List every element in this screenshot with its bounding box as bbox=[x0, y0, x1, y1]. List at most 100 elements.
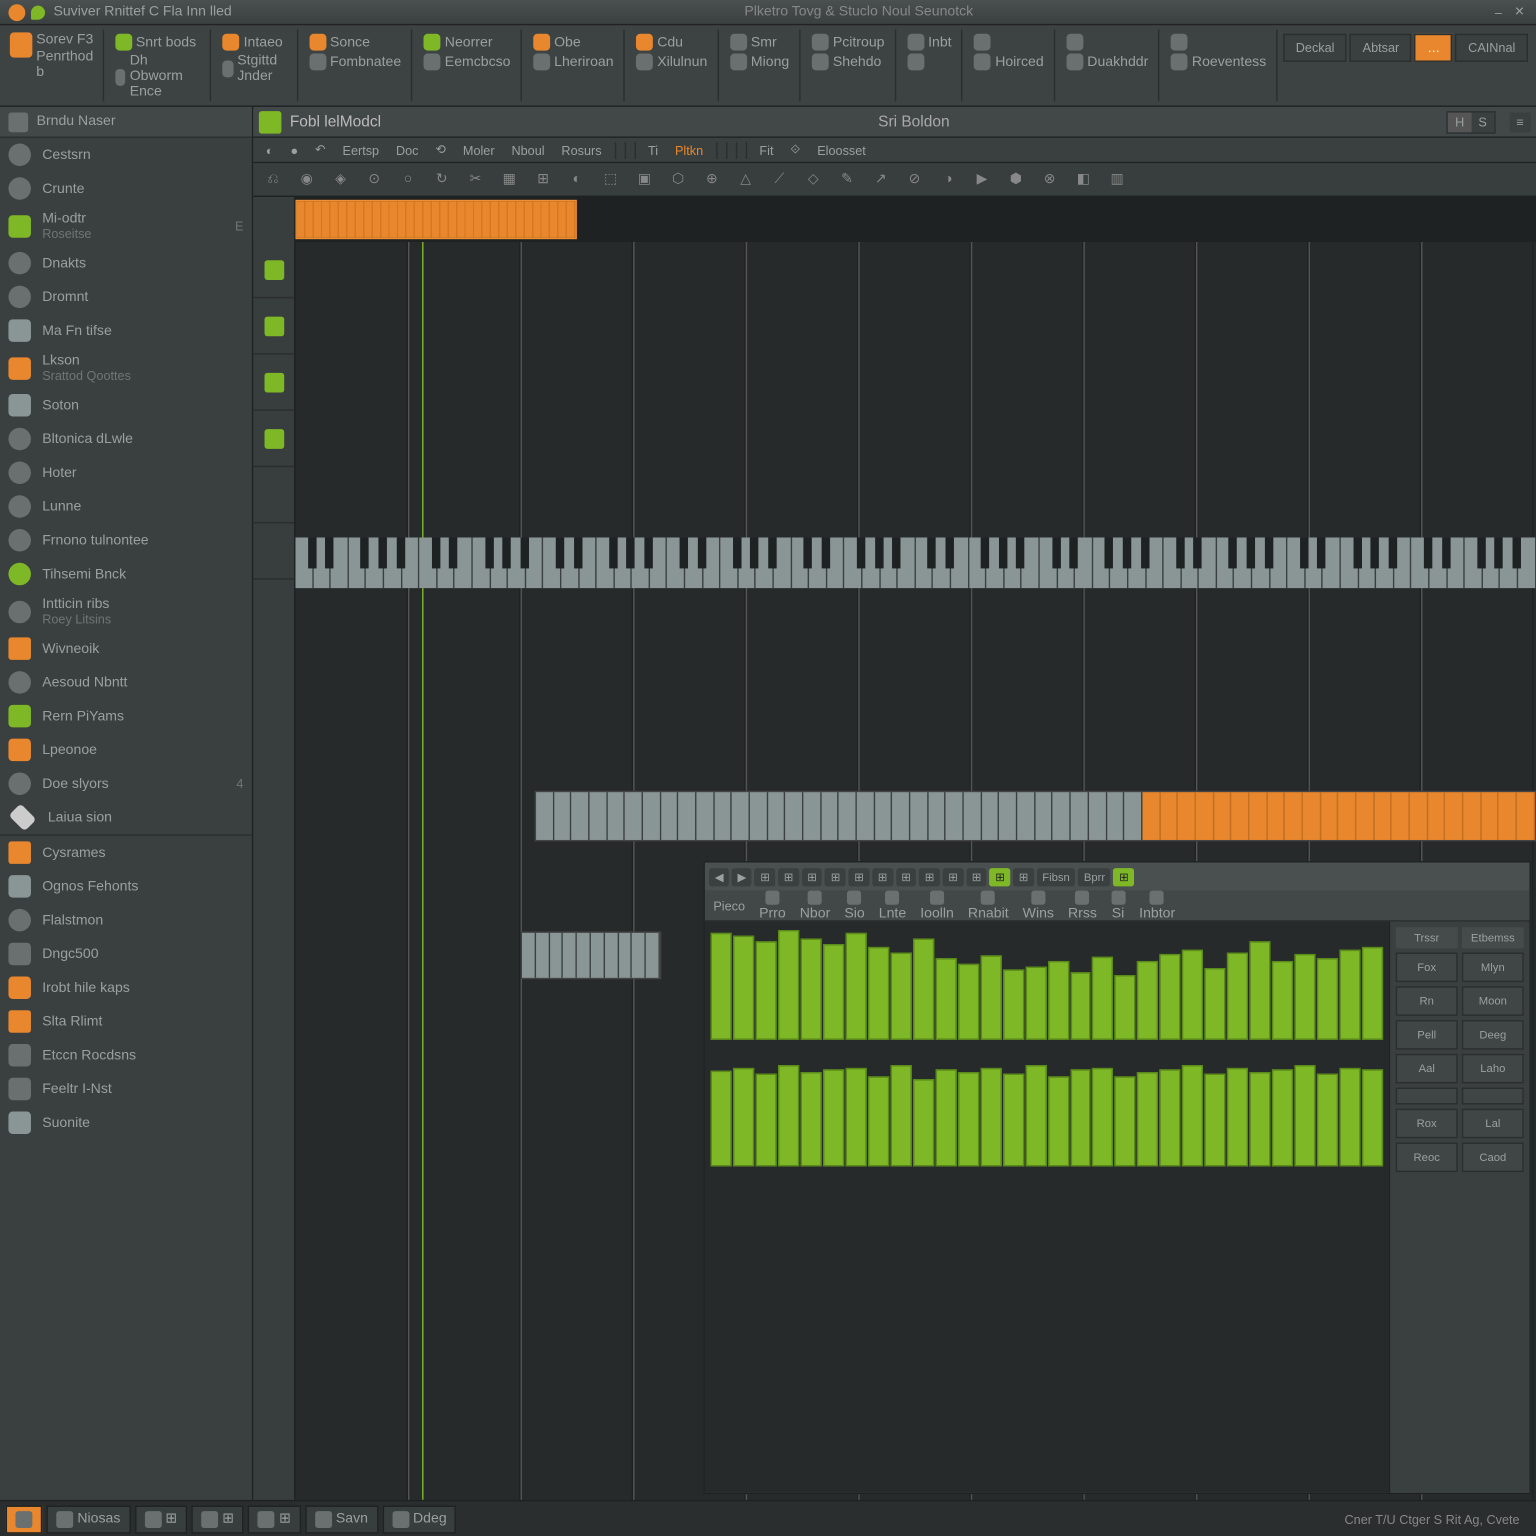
velocity-bar[interactable] bbox=[913, 1079, 934, 1167]
panel-tool-button[interactable]: Wins bbox=[1023, 890, 1054, 921]
statusbar-button[interactable] bbox=[6, 1505, 43, 1533]
panel-side-cell[interactable]: Rox bbox=[1396, 1109, 1458, 1139]
velocity-bar[interactable] bbox=[935, 1070, 956, 1167]
panel-tb-button[interactable]: ⊞ bbox=[1114, 867, 1135, 885]
panel-side-cell[interactable]: Aal bbox=[1396, 1054, 1458, 1084]
panel-side-cell[interactable]: Deeg bbox=[1462, 1020, 1524, 1050]
track-header[interactable] bbox=[253, 355, 294, 411]
statusbar-button[interactable]: ⊞ bbox=[134, 1505, 187, 1533]
tool-icon[interactable]: ↗ bbox=[870, 168, 893, 191]
statusbar-button[interactable]: Niosas bbox=[46, 1505, 130, 1533]
toggle-s-button[interactable]: S bbox=[1471, 112, 1494, 132]
ribbon-button[interactable]: Snrt bods bbox=[111, 32, 205, 52]
panel-tb-button[interactable]: ⊞ bbox=[825, 867, 846, 885]
velocity-bar[interactable] bbox=[868, 947, 889, 1039]
velocity-bar[interactable] bbox=[1317, 1074, 1338, 1166]
velocity-bar[interactable] bbox=[1182, 1065, 1203, 1166]
panel-tb-button[interactable]: ◀ bbox=[709, 867, 729, 885]
velocity-bar[interactable] bbox=[980, 1067, 1001, 1166]
tool-icon[interactable]: ▶ bbox=[971, 168, 994, 191]
velocity-bar[interactable] bbox=[733, 1067, 754, 1166]
sidebar-item[interactable]: Bltonica dLwle bbox=[0, 422, 252, 456]
ribbon-button[interactable]: Xilulnun bbox=[632, 52, 712, 72]
velocity-bar[interactable] bbox=[1227, 952, 1248, 1040]
tool-icon[interactable]: ⬢ bbox=[1005, 168, 1028, 191]
toolstrip-button[interactable]: Moler bbox=[456, 141, 502, 158]
velocity-bar[interactable] bbox=[1160, 954, 1181, 1040]
ribbon-main-icon[interactable] bbox=[10, 32, 32, 57]
panel-side-cell[interactable]: Fox bbox=[1396, 953, 1458, 983]
toggle-h-button[interactable]: H bbox=[1448, 112, 1471, 132]
velocity-bar[interactable] bbox=[1340, 950, 1361, 1040]
sidebar-item[interactable]: Cestsrn bbox=[0, 138, 252, 172]
panel-tool-button[interactable]: Si bbox=[1111, 890, 1125, 921]
velocity-bar[interactable] bbox=[1205, 968, 1226, 1040]
tool-icon[interactable]: ⟋ bbox=[768, 168, 791, 191]
velocity-bar[interactable] bbox=[1272, 1070, 1293, 1167]
ribbon-button[interactable] bbox=[970, 32, 1048, 52]
velocity-bar[interactable] bbox=[890, 1065, 911, 1166]
panel-tb-button[interactable]: ⊞ bbox=[778, 867, 799, 885]
velocity-chart[interactable] bbox=[705, 922, 1389, 1493]
velocity-bar[interactable] bbox=[980, 955, 1001, 1039]
panel-side-cell[interactable]: Moon bbox=[1462, 986, 1524, 1016]
panel-tb-button[interactable]: ⊞ bbox=[849, 867, 870, 885]
toolstrip-button[interactable]: Fit bbox=[752, 141, 780, 158]
sidebar-item[interactable]: Intticin ribsRoey Litsins bbox=[0, 591, 252, 632]
statusbar-button[interactable]: Ddeg bbox=[382, 1505, 456, 1533]
velocity-bar[interactable] bbox=[958, 963, 979, 1040]
velocity-bar[interactable] bbox=[755, 941, 776, 1040]
panel-tool-button[interactable]: Lnte bbox=[879, 890, 906, 921]
ribbon-button[interactable]: Duakhddr bbox=[1062, 52, 1153, 72]
statusbar-button[interactable]: ⊞ bbox=[248, 1505, 301, 1533]
ribbon-button[interactable]: Shehdo bbox=[808, 52, 889, 72]
ribbon-button[interactable] bbox=[903, 52, 956, 72]
velocity-bar[interactable] bbox=[958, 1072, 979, 1167]
velocity-bar[interactable] bbox=[1070, 1070, 1091, 1167]
sidebar-item[interactable]: Feeltr I-Nst bbox=[0, 1072, 252, 1106]
tool-icon[interactable]: ○ bbox=[397, 168, 420, 191]
velocity-bar[interactable] bbox=[1048, 961, 1069, 1040]
panel-tb-button[interactable]: ⊞ bbox=[755, 867, 776, 885]
velocity-bar[interactable] bbox=[733, 936, 754, 1040]
statusbar-button[interactable]: Savn bbox=[305, 1505, 378, 1533]
velocity-bar[interactable] bbox=[800, 938, 821, 1039]
ribbon-end-button[interactable]: Deckal bbox=[1283, 34, 1347, 62]
editor-menu-button[interactable]: ≡ bbox=[1509, 112, 1530, 132]
velocity-bar[interactable] bbox=[1205, 1074, 1226, 1166]
sidebar-item[interactable]: Mi-odtrRoseitseE bbox=[0, 205, 252, 246]
tool-icon[interactable]: ▦ bbox=[498, 168, 521, 191]
sidebar-item[interactable]: Soton bbox=[0, 388, 252, 422]
velocity-bar[interactable] bbox=[823, 1070, 844, 1167]
velocity-bar[interactable] bbox=[1295, 954, 1316, 1040]
tool-icon[interactable]: ◈ bbox=[329, 168, 352, 191]
track-header[interactable] bbox=[253, 467, 294, 523]
panel-side-cell[interactable]: Reoc bbox=[1396, 1142, 1458, 1172]
playhead[interactable] bbox=[422, 242, 423, 1500]
velocity-bar[interactable] bbox=[1317, 959, 1338, 1040]
velocity-bar[interactable] bbox=[711, 933, 732, 1040]
sidebar-item[interactable]: Slta Rlimt bbox=[0, 1005, 252, 1039]
sidebar-item[interactable]: Irobt hile kaps bbox=[0, 971, 252, 1005]
panel-tb-button[interactable]: ⊞ bbox=[896, 867, 917, 885]
sidebar-item[interactable]: Lunne bbox=[0, 490, 252, 524]
velocity-bar[interactable] bbox=[1362, 947, 1383, 1039]
ribbon-button[interactable]: Inbt bbox=[903, 32, 956, 52]
velocity-bar[interactable] bbox=[755, 1074, 776, 1166]
velocity-bar[interactable] bbox=[1295, 1065, 1316, 1166]
toolstrip-button[interactable]: Rosurs bbox=[554, 141, 608, 158]
panel-tb-button[interactable]: ⊞ bbox=[872, 867, 893, 885]
ribbon-button[interactable]: Cdu bbox=[632, 32, 712, 52]
toolstrip-button[interactable]: ⟐ bbox=[783, 141, 807, 159]
velocity-bar[interactable] bbox=[890, 952, 911, 1040]
ribbon-button[interactable]: Roeventess bbox=[1167, 52, 1271, 72]
sidebar-item[interactable]: Aesoud Nbntt bbox=[0, 666, 252, 700]
toolstrip-button[interactable]: ● bbox=[283, 141, 305, 158]
velocity-bar[interactable] bbox=[1092, 1067, 1113, 1166]
panel-tb-button[interactable]: ⊞ bbox=[919, 867, 940, 885]
velocity-bar[interactable] bbox=[1003, 970, 1024, 1040]
toolstrip-button[interactable]: ◐ bbox=[259, 141, 281, 158]
tool-icon[interactable]: ↻ bbox=[431, 168, 454, 191]
panel-side-tab[interactable]: Trssr bbox=[1396, 927, 1458, 948]
ribbon-button[interactable]: Miong bbox=[726, 52, 794, 72]
